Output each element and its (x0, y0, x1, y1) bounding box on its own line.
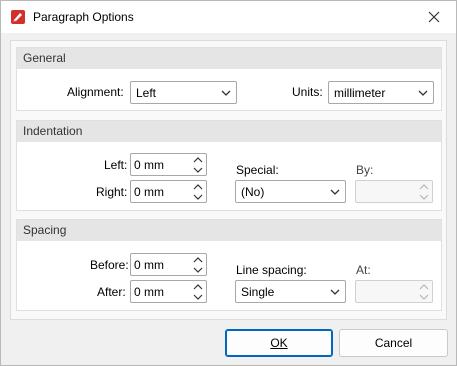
spinner-arrows (418, 282, 430, 301)
after-spinner[interactable]: 0 mm (130, 280, 207, 303)
alignment-value: Left (136, 86, 157, 100)
after-label: After: (97, 285, 126, 299)
general-group: General Alignment: Left Units: millimete… (16, 47, 442, 111)
close-icon (428, 11, 440, 23)
after-value: 0 mm (134, 285, 164, 299)
indentation-group: Indentation Left: 0 mm Right: 0 mm Speci… (16, 120, 442, 211)
right-indent-value: 0 mm (134, 185, 164, 199)
chevron-up-icon[interactable] (193, 157, 203, 163)
indentation-header: Indentation (17, 121, 441, 142)
chevron-down-icon[interactable] (193, 167, 203, 173)
chevron-up-icon (419, 184, 429, 190)
left-indent-spinner[interactable]: 0 mm (130, 153, 207, 176)
special-select[interactable]: (No) (235, 180, 346, 203)
general-header: General (17, 48, 441, 69)
chevron-down-icon (330, 289, 340, 295)
before-spinner[interactable]: 0 mm (130, 253, 207, 276)
left-indent-label: Left: (104, 158, 128, 172)
spacing-header: Spacing (17, 220, 441, 241)
spinner-arrows[interactable] (192, 182, 204, 201)
spacing-group: Spacing Before: 0 mm After: 0 mm Line sp… (16, 219, 442, 311)
chevron-down-icon (419, 194, 429, 200)
chevron-down-icon[interactable] (193, 294, 203, 300)
spinner-arrows (418, 182, 430, 201)
chevron-up-icon[interactable] (193, 257, 203, 263)
right-indent-spinner[interactable]: 0 mm (130, 180, 207, 203)
special-label: Special: (236, 163, 279, 177)
close-button[interactable] (412, 1, 456, 33)
cancel-button-label: Cancel (374, 336, 413, 350)
units-value: millimeter (334, 86, 386, 100)
alignment-select[interactable]: Left (130, 81, 237, 104)
pdf-editor-app-icon (11, 10, 25, 24)
by-label: By: (356, 163, 374, 177)
line-spacing-value: Single (241, 285, 275, 299)
before-label: Before: (90, 258, 129, 272)
window-title: Paragraph Options (33, 10, 134, 24)
chevron-down-icon (330, 189, 340, 195)
chevron-down-icon[interactable] (193, 194, 203, 200)
cancel-button[interactable]: Cancel (339, 329, 448, 357)
ok-button-label: OK (270, 336, 288, 350)
chevron-down-icon (418, 90, 428, 96)
line-spacing-label: Line spacing: (236, 263, 307, 277)
title-bar: Paragraph Options (1, 1, 456, 33)
chevron-up-icon (419, 284, 429, 290)
chevron-down-icon (221, 90, 231, 96)
spinner-arrows[interactable] (192, 155, 204, 174)
paragraph-options-dialog: Paragraph Options General Alignment: Lef… (0, 0, 457, 366)
units-select[interactable]: millimeter (328, 81, 434, 104)
at-label: At: (356, 263, 371, 277)
at-spinner (355, 280, 433, 303)
before-value: 0 mm (134, 258, 164, 272)
chevron-up-icon[interactable] (193, 284, 203, 290)
spinner-arrows[interactable] (192, 255, 204, 274)
left-indent-value: 0 mm (134, 158, 164, 172)
chevron-down-icon (419, 294, 429, 300)
chevron-down-icon[interactable] (193, 267, 203, 273)
special-value: (No) (241, 185, 265, 199)
ok-button[interactable]: OK (225, 329, 333, 357)
units-label: Units: (292, 85, 323, 99)
alignment-label: Alignment: (67, 85, 124, 99)
right-indent-label: Right: (96, 185, 128, 199)
by-spinner (355, 180, 433, 203)
dialog-content: General Alignment: Left Units: millimete… (10, 40, 447, 320)
line-spacing-select[interactable]: Single (235, 280, 346, 303)
spinner-arrows[interactable] (192, 282, 204, 301)
chevron-up-icon[interactable] (193, 184, 203, 190)
